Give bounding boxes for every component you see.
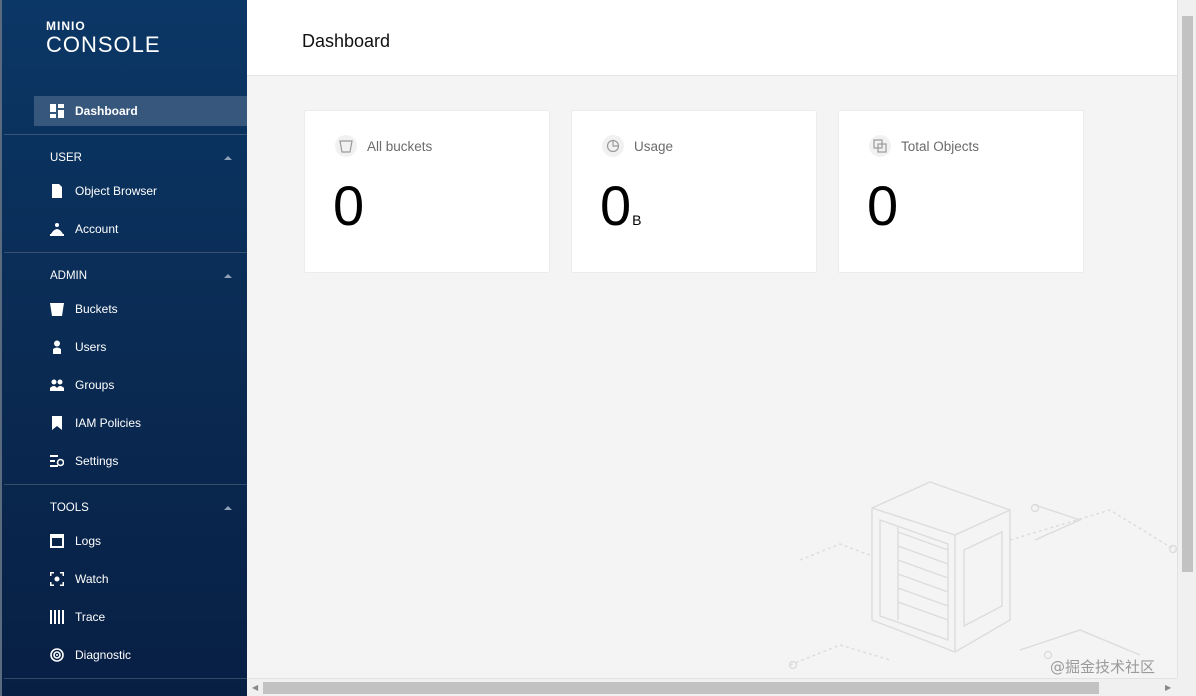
card-value: 0 [867, 174, 899, 237]
bucket-icon [335, 135, 357, 157]
card-total-objects: Total Objects 0 [838, 110, 1084, 273]
watch-icon [50, 572, 64, 586]
sidebar-item-object-browser[interactable]: Object Browser [34, 176, 247, 206]
sidebar-item-label: Users [75, 340, 107, 354]
card-label: All buckets [367, 138, 433, 154]
watermark: @掘金技术社区 [1050, 658, 1156, 676]
sidebar-item-label: Account [75, 222, 119, 236]
sidebar-item-dashboard[interactable]: Dashboard [34, 96, 247, 126]
section-admin-toggle[interactable]: ADMIN [50, 266, 232, 286]
sidebar-item-trace[interactable]: Trace [34, 602, 247, 632]
logs-icon [50, 534, 64, 548]
objects-icon [869, 135, 891, 157]
bookmark-icon [50, 416, 64, 430]
sidebar-item-label: Settings [75, 454, 119, 468]
card-value: 0 [333, 174, 365, 237]
sidebar-item-account[interactable]: Account [34, 214, 247, 244]
horizontal-scrollbar[interactable]: ◀ ▶ [247, 678, 1177, 696]
pie-chart-icon [602, 135, 624, 157]
divider [4, 134, 247, 135]
sidebar-item-label: Object Browser [75, 184, 158, 198]
sidebar-item-buckets[interactable]: Buckets [34, 294, 247, 324]
section-title: USER [50, 152, 82, 164]
sidebar-item-label: IAM Policies [75, 416, 142, 430]
sidebar-item-label: Watch [75, 572, 109, 586]
sidebar-item-label: Logs [75, 534, 102, 548]
card-unit: B [632, 212, 642, 228]
settings-icon [50, 454, 64, 468]
section-user-toggle[interactable]: USER [50, 148, 232, 168]
server-illustration [788, 481, 1178, 670]
sidebar-item-label: Trace [75, 610, 106, 624]
sidebar: MINIO CONSOLE Dashboard USER Object Brow… [0, 0, 247, 696]
section-title: ADMIN [50, 270, 88, 282]
logo-product: CONSOLE [46, 32, 161, 57]
sidebar-item-label: Dashboard [75, 104, 138, 118]
scrollbar-corner [1177, 678, 1196, 696]
bucket-icon [50, 302, 64, 316]
card-value: 0B [600, 174, 642, 237]
section-title: TOOLS [50, 502, 89, 514]
chevron-up-icon [224, 274, 232, 278]
divider [4, 252, 247, 253]
sidebar-item-watch[interactable]: Watch [34, 564, 247, 594]
scrollbar-thumb[interactable] [263, 682, 1099, 694]
chevron-up-icon [224, 156, 232, 160]
document-icon [50, 184, 64, 198]
minio-console-logo[interactable]: MINIO CONSOLE [46, 20, 161, 58]
sidebar-item-label: Buckets [75, 302, 118, 316]
card-label: Total Objects [901, 138, 980, 154]
dashboard-icon [50, 104, 64, 118]
card-all-buckets: All buckets 0 [304, 110, 550, 273]
sidebar-item-label: Diagnostic [75, 648, 132, 662]
section-tools-toggle[interactable]: TOOLS [50, 498, 232, 518]
sidebar-item-iam-policies[interactable]: IAM Policies [34, 408, 247, 438]
chevron-up-icon [224, 506, 232, 510]
group-icon [50, 378, 64, 392]
logo-brand: MINIO [46, 19, 86, 33]
page-header: Dashboard [247, 0, 1177, 76]
account-icon [50, 222, 64, 236]
card-usage: Usage 0B [571, 110, 817, 273]
divider [4, 678, 247, 679]
scroll-right-icon[interactable]: ▶ [1165, 683, 1171, 692]
sidebar-item-logs[interactable]: Logs [34, 526, 247, 556]
user-icon [50, 340, 64, 354]
page-title: Dashboard [302, 31, 391, 51]
card-label: Usage [634, 138, 674, 154]
sidebar-item-settings[interactable]: Settings [34, 446, 247, 476]
sidebar-item-label: Groups [75, 378, 115, 392]
trace-icon [50, 610, 64, 624]
sidebar-item-groups[interactable]: Groups [34, 370, 247, 400]
scroll-left-icon[interactable]: ◀ [252, 683, 258, 692]
sidebar-item-users[interactable]: Users [34, 332, 247, 362]
sidebar-item-diagnostic[interactable]: Diagnostic [34, 640, 247, 670]
divider [4, 484, 247, 485]
vertical-scrollbar[interactable] [1177, 0, 1196, 680]
diagnostic-icon [50, 648, 64, 662]
scrollbar-thumb[interactable] [1182, 16, 1193, 572]
